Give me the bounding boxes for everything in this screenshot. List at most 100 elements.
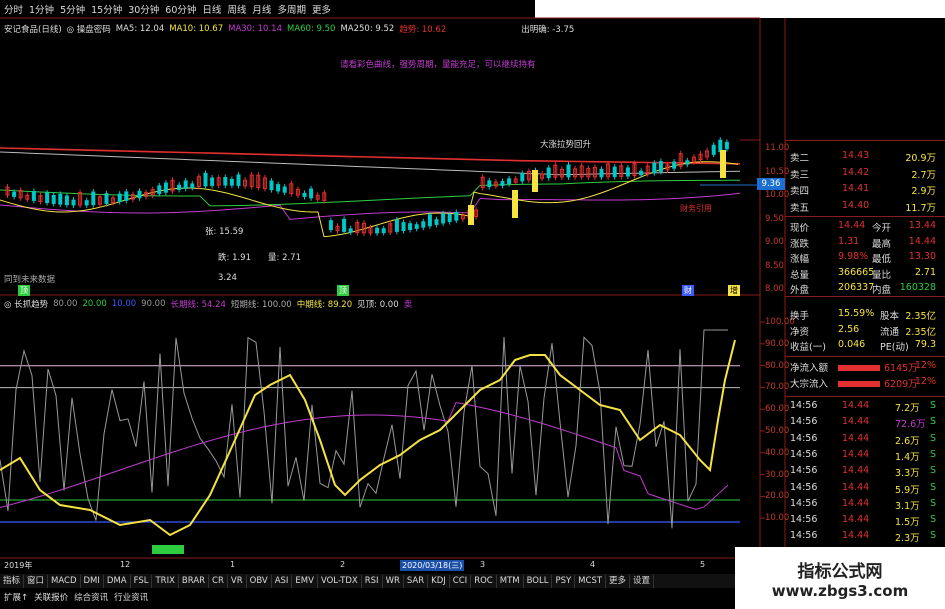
mid-term-line	[0, 339, 736, 537]
ask-row	[790, 138, 942, 146]
ask-row: 卖四 14.41 2.9万	[790, 183, 942, 198]
ma-line-green	[0, 179, 741, 207]
candle-body	[599, 168, 604, 178]
stat-value: 14.44	[838, 220, 866, 231]
candle-body	[124, 191, 129, 201]
bottom-link[interactable]: 行业资讯	[114, 591, 148, 603]
tick-row: 14:56 14.44 5.9万 S	[790, 482, 942, 497]
stat-label: 总量	[790, 269, 810, 281]
indicator-tab[interactable]: SAR	[404, 574, 429, 588]
tick-side: S	[929, 465, 936, 477]
indicator-tick-label: 30.00	[765, 469, 790, 480]
stat-value: 13.44	[908, 220, 936, 231]
fin-label: 收益(一)	[790, 342, 826, 353]
tick-row: 14:56 14.44 3.1万 S	[790, 498, 942, 513]
tick-volume: 1.4万	[895, 451, 920, 463]
tick-time: 14:56	[790, 497, 818, 509]
current-price-marker: 9.36	[757, 178, 785, 190]
indicator-tick-label: 20.00	[765, 491, 790, 502]
indicator-bar: ◎ 长抓趋势 80.00 20.00 10.00 90.00 长期线: 54.2…	[0, 297, 760, 310]
candle-body	[718, 139, 723, 153]
indicator-tab[interactable]: CR	[209, 574, 228, 588]
indicator-tab[interactable]: OBV	[247, 574, 272, 588]
indicator-tab[interactable]: PSY	[552, 574, 576, 588]
indicator-tab[interactable]: RSI	[362, 574, 383, 588]
tick-side: S	[929, 530, 936, 542]
flow-pct: 12%	[914, 360, 936, 371]
price-tick-label: 8.50	[765, 260, 784, 271]
candle-body	[45, 192, 50, 204]
indicator-tab[interactable]: 窗口	[24, 574, 49, 588]
candle-body	[302, 192, 307, 197]
short-term-line	[0, 329, 728, 529]
tick-side: S	[929, 400, 936, 411]
price-tick-label: 8.00	[765, 284, 784, 294]
indicator-tab[interactable]: MACD	[48, 574, 81, 588]
candle-body	[163, 182, 168, 193]
indicator-tab[interactable]: TRIX	[152, 574, 179, 588]
indicator-tab[interactable]: ASI	[272, 574, 293, 588]
ask-row: 卖五 14.40 11.7万	[790, 200, 942, 215]
candle-body	[500, 181, 505, 186]
indicator-tabs: 指标 窗口 MACD DMI DMA FSL TRIX BRAR CR VR OBV ASI EMV VO…	[0, 574, 740, 588]
candle-body	[414, 224, 419, 229]
ind-d: 90.00	[141, 298, 166, 309]
tick-time: 14:56	[790, 530, 818, 542]
stat-value: 1.31	[838, 235, 860, 247]
indicator-tab[interactable]: FSL	[131, 574, 153, 588]
tag-ding: 顶	[18, 285, 30, 296]
date-m12: 12	[120, 560, 131, 569]
candle-body	[342, 218, 347, 232]
label-die: 跌: 1.91	[218, 253, 251, 263]
bottom-link[interactable]: 关联报价	[34, 591, 68, 603]
date-m1: 1	[230, 560, 236, 569]
stat-label: 最高	[872, 238, 892, 250]
indicator-tab[interactable]: VR	[228, 574, 247, 588]
ask-row: 卖三 14.42 2.7万	[790, 167, 942, 182]
candle-body	[71, 199, 76, 206]
date-cursor: 2020/03/18(三)	[400, 560, 465, 571]
indicator-tab[interactable]: CCI	[450, 574, 472, 588]
tick-price: 14.44	[842, 497, 870, 509]
indicator-tab[interactable]: KDJ	[428, 574, 450, 588]
indicator-tab[interactable]: 设置	[630, 574, 655, 588]
bottom-link[interactable]: 综合资讯	[74, 591, 108, 603]
flow-value: 6145万	[884, 363, 918, 374]
indicator-tab[interactable]: WR	[383, 574, 404, 588]
candle-body	[190, 183, 195, 188]
ind-long: 长期线: 54.24	[170, 299, 226, 310]
candle-body	[566, 164, 571, 178]
ind-short: 短期线: 100.00	[230, 299, 292, 310]
candle-body	[58, 193, 63, 205]
fin-label: 净资	[790, 326, 810, 338]
fin-value: 15.59%	[838, 308, 875, 319]
indicator-tab[interactable]: BRAR	[179, 574, 210, 588]
indicator-tab[interactable]: MTM	[497, 574, 524, 588]
stat-label: 量比	[872, 269, 892, 281]
fin-label: 股本	[880, 311, 900, 322]
flow-pct: 12%	[914, 376, 936, 387]
flow-row: 大宗流入 6209万 12%	[790, 376, 942, 391]
indicator-tab[interactable]: DMI	[81, 574, 104, 588]
tick-side: S	[929, 481, 936, 493]
indicator-name[interactable]: ◎ 长抓趋势	[4, 298, 48, 310]
bottom-link[interactable]: 扩展↑	[4, 591, 28, 603]
indicator-tab[interactable]: 更多	[606, 574, 631, 588]
candle-body	[64, 195, 69, 206]
candle-body	[724, 141, 729, 150]
indicator-tab[interactable]: MCST	[575, 574, 607, 588]
indicator-tab[interactable]: EMV	[292, 574, 318, 588]
indicator-tab[interactable]: ROC	[471, 574, 497, 588]
indicator-tab[interactable]: VOL-TDX	[318, 574, 362, 588]
indicator-tick-label: 60.00	[765, 404, 790, 415]
indicator-tab[interactable]: 指标	[0, 574, 25, 588]
tick-side: S	[929, 514, 936, 526]
indicator-tab[interactable]: BOLL	[524, 574, 553, 588]
stat-value: 206337	[838, 282, 875, 293]
indicator-tab[interactable]: DMA	[104, 574, 131, 588]
ind-a: 80.00	[53, 298, 78, 309]
fin-row: 净资 2.56 流通 2.35亿	[790, 324, 942, 339]
stat-label: 涨幅	[790, 254, 810, 265]
fin-value: 79.3	[914, 339, 936, 350]
ask-label: 卖二	[790, 153, 810, 164]
